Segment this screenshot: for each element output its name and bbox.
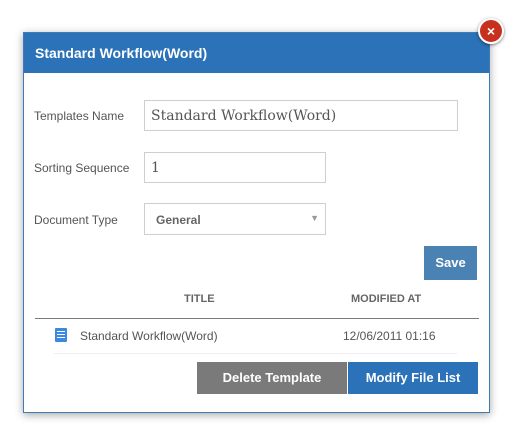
save-button[interactable]: Save (424, 246, 477, 280)
document-type-select[interactable]: General ▼ (144, 203, 326, 235)
table-header-divider (35, 318, 479, 319)
document-icon (55, 328, 67, 342)
document-type-label: Document Type (34, 213, 118, 227)
sorting-sequence-input[interactable] (144, 152, 326, 183)
row-modified-at: 12/06/2011 01:16 (343, 329, 436, 343)
column-header-modified[interactable]: MODIFIED AT (351, 293, 421, 305)
dialog-title-bar: Standard Workflow(Word) (24, 33, 489, 73)
modify-file-list-button[interactable]: Modify File List (348, 362, 478, 394)
template-name-input[interactable] (144, 100, 458, 131)
row-title[interactable]: Standard Workflow(Word) (80, 329, 218, 343)
column-header-title[interactable]: TITLE (184, 293, 215, 305)
template-name-label: Templates Name (34, 109, 125, 123)
document-type-value: General (156, 213, 201, 227)
sorting-sequence-label: Sorting Sequence (34, 161, 130, 175)
dialog-title: Standard Workflow(Word) (35, 45, 208, 61)
template-dialog: Standard Workflow(Word) Templates Name S… (23, 32, 490, 413)
dropdown-arrow-icon: ▼ (310, 213, 319, 223)
delete-template-button[interactable]: Delete Template (197, 362, 347, 394)
close-icon[interactable]: × (478, 18, 504, 44)
row-divider (54, 353, 457, 354)
